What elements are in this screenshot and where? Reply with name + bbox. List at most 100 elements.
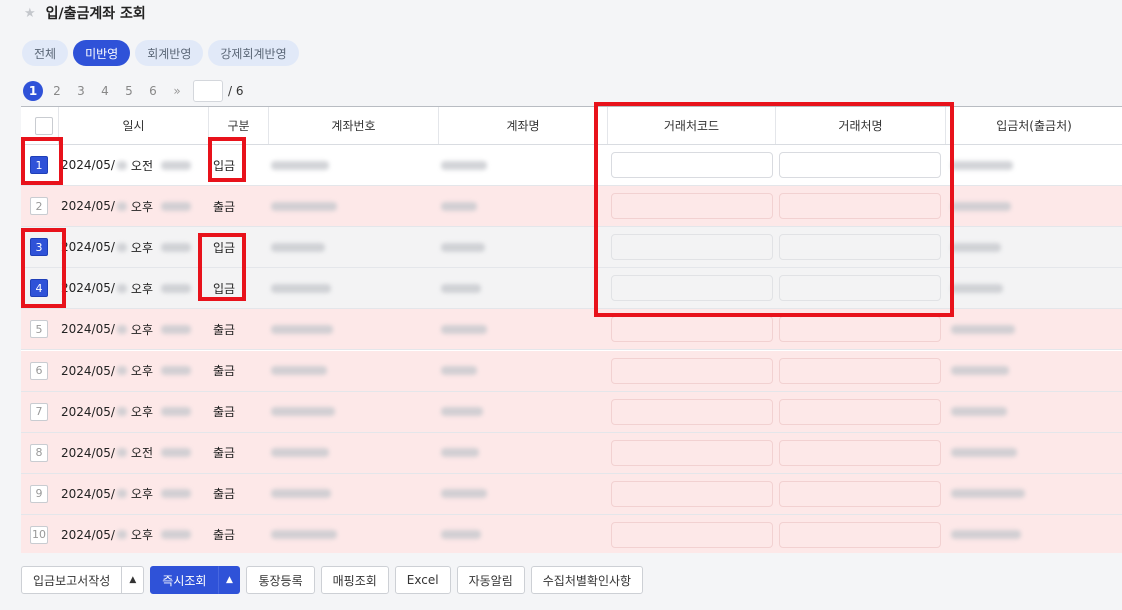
partner-code-input[interactable] bbox=[611, 398, 773, 425]
tab-forced-reflected[interactable]: 강제회계반영 bbox=[208, 40, 299, 66]
partner-name-input[interactable] bbox=[779, 480, 941, 507]
redacted-day bbox=[116, 201, 127, 211]
redacted-account-no bbox=[271, 283, 331, 293]
table-row[interactable]: 5 2024/05/오후 출금 bbox=[21, 309, 1122, 351]
page-jump-input[interactable] bbox=[193, 80, 223, 102]
account-name-cell bbox=[441, 433, 608, 473]
partner-code-cell bbox=[611, 433, 776, 473]
partner-code-input[interactable] bbox=[611, 357, 773, 384]
partner-name-input[interactable] bbox=[779, 193, 941, 220]
ampm-text: 오후 bbox=[130, 240, 153, 255]
row-number-checkbox[interactable]: 3 bbox=[30, 238, 48, 257]
instant-search-dropdown-icon[interactable]: ▲ bbox=[218, 566, 241, 594]
header-account-no[interactable]: 계좌번호 bbox=[269, 107, 439, 144]
partner-code-cell bbox=[611, 145, 776, 185]
row-number-cell: 4 bbox=[21, 268, 59, 308]
type-text: 출금 bbox=[213, 487, 236, 502]
partner-code-input[interactable] bbox=[611, 521, 773, 548]
partner-name-input[interactable] bbox=[779, 398, 941, 425]
partner-name-input[interactable] bbox=[779, 234, 941, 261]
instant-search-button[interactable]: 즉시조회 bbox=[150, 566, 219, 594]
row-number-checkbox[interactable]: 6 bbox=[30, 361, 48, 380]
deposit-report-button[interactable]: 입금보고서작성 bbox=[21, 566, 123, 594]
row-number-checkbox[interactable]: 10 bbox=[30, 525, 48, 544]
datetime-cell: 2024/05/오후 bbox=[61, 268, 211, 308]
partner-code-cell bbox=[611, 474, 776, 514]
tab-accounting-reflected[interactable]: 회계반영 bbox=[135, 40, 204, 66]
page-1[interactable]: 1 bbox=[23, 81, 43, 101]
star-icon[interactable]: ★ bbox=[24, 6, 36, 21]
type-text: 입금 bbox=[213, 158, 236, 173]
partner-code-input[interactable] bbox=[611, 193, 773, 220]
datetime-cell: 2024/05/오후 bbox=[61, 309, 211, 349]
date-text: 2024/05/ bbox=[61, 158, 115, 173]
row-number-checkbox[interactable]: 9 bbox=[30, 484, 48, 503]
partner-code-input[interactable] bbox=[611, 316, 773, 343]
partner-name-input[interactable] bbox=[779, 439, 941, 466]
page-4[interactable]: 4 bbox=[93, 84, 117, 98]
row-number-checkbox[interactable]: 5 bbox=[30, 320, 48, 339]
row-number-checkbox[interactable]: 4 bbox=[30, 279, 48, 298]
auto-notify-button[interactable]: 자동알림 bbox=[456, 566, 525, 594]
redacted-time bbox=[161, 283, 191, 293]
partner-name-input[interactable] bbox=[779, 275, 941, 302]
tab-all[interactable]: 전체 bbox=[22, 40, 69, 66]
table-row[interactable]: 1 2024/05/오전 입금 bbox=[21, 145, 1122, 187]
ampm-text: 오전 bbox=[130, 446, 153, 461]
date-text: 2024/05/ bbox=[61, 199, 115, 214]
type-cell: 출금 bbox=[213, 392, 269, 432]
header-counterparty[interactable]: 입금처(출금처) bbox=[946, 107, 1122, 144]
deposit-report-dropdown-icon[interactable]: ▲ bbox=[122, 566, 145, 594]
instant-search-split: 즉시조회 ▲ bbox=[150, 566, 241, 594]
table-row[interactable]: 7 2024/05/오후 출금 bbox=[21, 391, 1122, 433]
datetime-cell: 2024/05/오후 bbox=[61, 474, 211, 514]
header-partner-code[interactable]: 거래처코드 bbox=[608, 107, 776, 144]
type-cell: 입금 bbox=[213, 145, 269, 185]
table-row[interactable]: 9 2024/05/오후 출금 bbox=[21, 473, 1122, 515]
table-row[interactable]: 6 2024/05/오후 출금 bbox=[21, 350, 1122, 392]
row-number-checkbox[interactable]: 2 bbox=[30, 197, 48, 216]
row-number-checkbox[interactable]: 1 bbox=[30, 156, 48, 175]
ampm-text: 오후 bbox=[130, 364, 153, 379]
table-row[interactable]: 4 2024/05/오후 입금 bbox=[21, 268, 1122, 310]
table-row[interactable]: 3 2024/05/오후 입금 bbox=[21, 227, 1122, 269]
header-account-name[interactable]: 계좌명 bbox=[439, 107, 608, 144]
next-page-icon[interactable]: » bbox=[165, 84, 189, 98]
type-cell: 입금 bbox=[213, 227, 269, 267]
redacted-day bbox=[116, 407, 127, 417]
bankbook-register-button[interactable]: 통장등록 bbox=[246, 566, 315, 594]
mapping-search-button[interactable]: 매핑조회 bbox=[320, 566, 389, 594]
partner-code-input[interactable] bbox=[611, 152, 773, 179]
table-row[interactable]: 8 2024/05/오전 출금 bbox=[21, 432, 1122, 474]
tab-unreflected[interactable]: 미반영 bbox=[73, 40, 131, 66]
partner-name-input[interactable] bbox=[779, 521, 941, 548]
partner-code-cell bbox=[611, 515, 776, 553]
partner-name-input[interactable] bbox=[779, 152, 941, 179]
table-row[interactable]: 2 2024/05/오후 출금 bbox=[21, 186, 1122, 228]
page-6[interactable]: 6 bbox=[141, 84, 165, 98]
partner-code-input[interactable] bbox=[611, 480, 773, 507]
header-type[interactable]: 구분 bbox=[209, 107, 269, 144]
page-3[interactable]: 3 bbox=[69, 84, 93, 98]
partner-name-input[interactable] bbox=[779, 357, 941, 384]
redacted-account-no bbox=[271, 366, 327, 376]
header-partner-name[interactable]: 거래처명 bbox=[776, 107, 946, 144]
row-number-cell: 6 bbox=[21, 351, 59, 391]
datetime-cell: 2024/05/오후 bbox=[61, 186, 211, 226]
excel-button[interactable]: Excel bbox=[394, 566, 451, 594]
select-all-checkbox[interactable] bbox=[35, 116, 53, 135]
header-datetime[interactable]: 일시 bbox=[59, 107, 209, 144]
partner-code-input[interactable] bbox=[611, 439, 773, 466]
type-cell: 출금 bbox=[213, 309, 269, 349]
page-5[interactable]: 5 bbox=[117, 84, 141, 98]
partner-name-input[interactable] bbox=[779, 316, 941, 343]
table-row[interactable]: 10 2024/05/오후 출금 bbox=[21, 514, 1122, 553]
partner-code-input[interactable] bbox=[611, 234, 773, 261]
row-number-checkbox[interactable]: 7 bbox=[30, 402, 48, 421]
partner-code-input[interactable] bbox=[611, 275, 773, 302]
collector-check-button[interactable]: 수집처별확인사항 bbox=[530, 566, 644, 594]
transaction-grid: 일시 구분 계좌번호 계좌명 거래처코드 거래처명 입금처(출금처) 1 2024… bbox=[21, 106, 1122, 553]
pagination: 1 2 3 4 5 6 » / 6 bbox=[23, 80, 244, 102]
row-number-checkbox[interactable]: 8 bbox=[30, 443, 48, 462]
page-2[interactable]: 2 bbox=[45, 84, 69, 98]
